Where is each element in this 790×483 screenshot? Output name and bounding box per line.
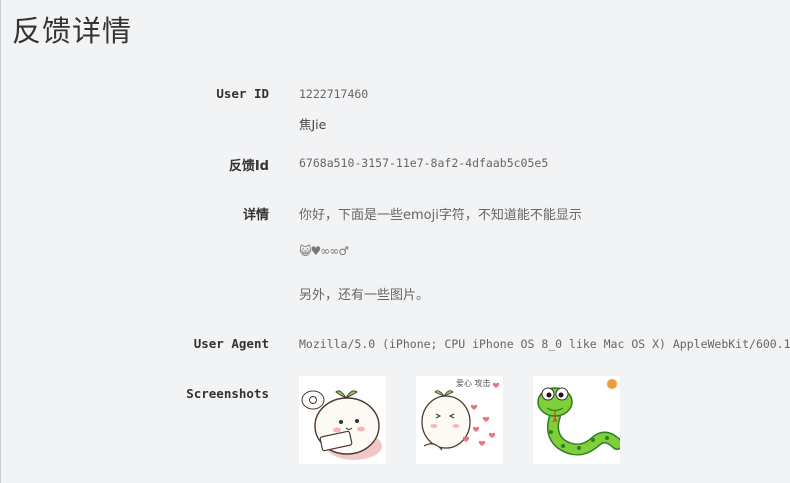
sticker-caption: 爱心 攻击 (456, 378, 491, 388)
user-agent-value: Mozilla/5.0 (iPhone; CPU iPhone OS 8_0 l… (299, 337, 790, 351)
feedback-id-value: 6768a510-3157-11e7-8af2-4dfaab5c05e5 (299, 156, 549, 170)
page-title: 反馈详情 (12, 14, 133, 48)
details-line-3: 另外，还有一些图片。 (299, 288, 430, 303)
details-label: 详情 (242, 208, 269, 223)
feedback-id-label: 反馈Id (228, 159, 269, 174)
user-id-label: User ID (216, 86, 269, 101)
bun-character-hearts-image: 爱心 攻击 (416, 376, 503, 464)
screenshots-label: Screenshots (186, 386, 269, 401)
user-agent-label: User Agent (193, 336, 269, 351)
details-line-1: 你好，下面是一些emoji字符，不知道能不能显示 (299, 208, 582, 223)
screenshot-thumb-2[interactable]: 爱心 攻击 (416, 376, 503, 464)
user-id-value: 1222717460 (299, 87, 369, 101)
screenshot-thumb-3[interactable] (533, 376, 620, 464)
details-emoji-line: 😺♥︎∞∞♂ (299, 244, 349, 258)
bun-character-reading-image (299, 376, 386, 464)
screenshot-thumb-1[interactable] (299, 376, 386, 464)
user-name-value: 焦Jie (299, 117, 327, 132)
green-snake-image (533, 376, 620, 464)
